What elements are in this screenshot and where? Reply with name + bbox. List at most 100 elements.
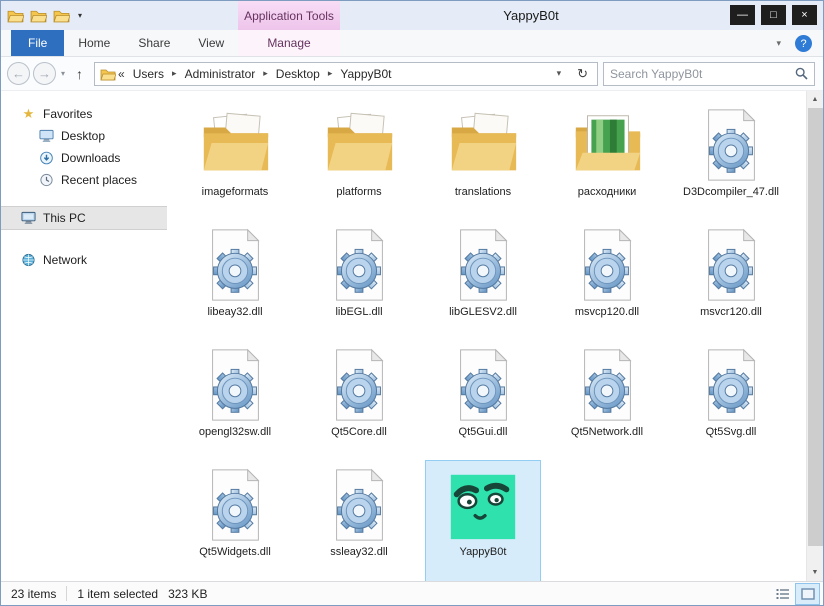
file-item[interactable]: opengl32sw.dll bbox=[178, 341, 292, 461]
close-button[interactable]: × bbox=[792, 5, 817, 25]
file-item[interactable]: msvcp120.dll bbox=[550, 221, 664, 341]
file-name: translations bbox=[454, 186, 512, 198]
file-item[interactable]: Qt5Svg.dll bbox=[674, 341, 788, 461]
breadcrumb-separator-icon: ▸ bbox=[327, 68, 333, 78]
recent-locations-chevron-icon[interactable]: ▾ bbox=[59, 69, 67, 78]
breadcrumb-desktop[interactable]: Desktop bbox=[270, 67, 326, 81]
address-bar[interactable]: « Users ▸ Administrator ▸ Desktop ▸ Yapp… bbox=[94, 61, 598, 86]
dll-icon bbox=[320, 343, 398, 425]
downloads-label: Downloads bbox=[61, 151, 121, 165]
sidebar-item-favorites[interactable]: ★ Favorites bbox=[1, 103, 167, 125]
file-name: libEGL.dll bbox=[335, 306, 383, 318]
dll-icon bbox=[196, 343, 274, 425]
dll-icon bbox=[568, 343, 646, 425]
qat-customize-chevron-icon[interactable]: ▾ bbox=[76, 11, 84, 20]
file-item[interactable]: libEGL.dll bbox=[302, 221, 416, 341]
view-toggle-buttons bbox=[771, 582, 820, 605]
qat-folder-icon-2[interactable] bbox=[53, 8, 70, 23]
file-grid: imageformats platforms translations расх… bbox=[173, 101, 806, 582]
dll-icon bbox=[320, 223, 398, 305]
sidebar-item-downloads[interactable]: Downloads bbox=[1, 147, 167, 169]
back-icon: ← bbox=[12, 66, 25, 81]
system-folder-icon[interactable] bbox=[7, 8, 24, 23]
file-item[interactable]: translations bbox=[426, 101, 540, 221]
refresh-icon[interactable]: ↻ bbox=[570, 66, 595, 82]
vertical-scrollbar[interactable]: ▲ ▼ bbox=[806, 91, 823, 581]
computer-icon bbox=[21, 211, 36, 224]
search-box bbox=[603, 61, 815, 86]
address-bar-row: ← → ▾ ↑ « Users ▸ Administrator ▸ Deskto… bbox=[1, 57, 823, 91]
file-item[interactable]: platforms bbox=[302, 101, 416, 221]
qat-folder-icon[interactable] bbox=[30, 8, 47, 23]
tab-home[interactable]: Home bbox=[64, 30, 124, 56]
file-item[interactable]: libGLESV2.dll bbox=[426, 221, 540, 341]
monitor-icon bbox=[39, 129, 54, 142]
star-icon: ★ bbox=[22, 106, 35, 121]
file-item[interactable]: Qt5Widgets.dll bbox=[178, 461, 292, 581]
file-item[interactable]: Qt5Gui.dll bbox=[426, 341, 540, 461]
minimize-button[interactable]: — bbox=[730, 5, 755, 25]
download-arrow-icon bbox=[40, 151, 53, 165]
dll-icon bbox=[568, 223, 646, 305]
folder-image-icon bbox=[568, 103, 646, 185]
sidebar-item-network[interactable]: Network bbox=[1, 249, 167, 271]
forward-icon: → bbox=[38, 66, 51, 81]
selection-count: 1 item selected bbox=[77, 586, 159, 601]
maximize-button[interactable]: □ bbox=[761, 5, 786, 25]
folder-icon bbox=[444, 103, 522, 185]
sidebar-item-recent-places[interactable]: Recent places bbox=[1, 169, 167, 191]
selection-size: 323 KB bbox=[168, 586, 208, 601]
scroll-up-icon[interactable]: ▲ bbox=[807, 91, 823, 108]
status-divider bbox=[66, 586, 68, 601]
file-item[interactable]: ssleay32.dll bbox=[302, 461, 416, 581]
tab-manage[interactable]: Manage bbox=[238, 30, 340, 56]
back-button[interactable]: ← bbox=[7, 62, 30, 85]
tab-share[interactable]: Share bbox=[124, 30, 184, 56]
search-icon[interactable] bbox=[795, 67, 808, 80]
forward-button[interactable]: → bbox=[33, 62, 56, 85]
dll-icon bbox=[444, 223, 522, 305]
app-icon bbox=[444, 463, 522, 545]
sidebar-item-this-pc[interactable]: This PC bbox=[1, 206, 167, 230]
breadcrumb-overflow[interactable]: « bbox=[118, 67, 125, 81]
file-item[interactable]: Qt5Core.dll bbox=[302, 341, 416, 461]
address-dropdown-chevron-icon[interactable]: ▾ bbox=[550, 68, 569, 79]
ribbon-expand-chevron-icon[interactable]: ▾ bbox=[776, 38, 781, 49]
sidebar-item-desktop[interactable]: Desktop bbox=[1, 125, 167, 147]
file-name: Qt5Network.dll bbox=[570, 426, 644, 438]
file-item[interactable]: Qt5Network.dll bbox=[550, 341, 664, 461]
details-view-icon bbox=[776, 588, 789, 599]
search-input[interactable] bbox=[610, 66, 791, 81]
dll-icon bbox=[692, 343, 770, 425]
file-name: libGLESV2.dll bbox=[449, 306, 517, 318]
scrollbar-thumb[interactable] bbox=[807, 108, 823, 546]
breadcrumb-yappyb0t[interactable]: YappyB0t bbox=[334, 67, 397, 81]
dll-icon bbox=[692, 103, 770, 185]
file-name: ssleay32.dll bbox=[330, 546, 388, 558]
large-icons-view-button[interactable] bbox=[795, 582, 820, 605]
up-button[interactable]: ↑ bbox=[70, 66, 89, 82]
breadcrumb-users[interactable]: Users bbox=[127, 67, 170, 81]
favorites-label: Favorites bbox=[43, 107, 93, 121]
file-name: msvcr120.dll bbox=[700, 306, 762, 318]
file-item[interactable]: расходники bbox=[550, 101, 664, 221]
details-view-button[interactable] bbox=[771, 584, 794, 604]
help-button[interactable]: ? bbox=[795, 35, 812, 52]
file-item[interactable]: D3Dcompiler_47.dll bbox=[674, 101, 788, 221]
file-item[interactable]: YappyB0t bbox=[425, 460, 541, 582]
tab-file[interactable]: File bbox=[11, 30, 65, 56]
dll-icon bbox=[692, 223, 770, 305]
file-name: platforms bbox=[336, 186, 382, 198]
scroll-down-icon[interactable]: ▼ bbox=[807, 564, 823, 581]
file-item[interactable]: libeay32.dll bbox=[178, 221, 292, 341]
file-item[interactable]: msvcr120.dll bbox=[674, 221, 788, 341]
recent-places-label: Recent places bbox=[61, 173, 138, 187]
file-item[interactable]: imageformats bbox=[178, 101, 292, 221]
tab-view[interactable]: View bbox=[184, 30, 238, 56]
dll-icon bbox=[444, 343, 522, 425]
navigation-buttons: ← → ▾ ↑ bbox=[7, 62, 89, 85]
caption-buttons: — □ × bbox=[730, 5, 817, 25]
file-name: Qt5Svg.dll bbox=[705, 426, 757, 438]
breadcrumb-administrator[interactable]: Administrator bbox=[179, 67, 262, 81]
file-name: imageformats bbox=[201, 186, 269, 198]
